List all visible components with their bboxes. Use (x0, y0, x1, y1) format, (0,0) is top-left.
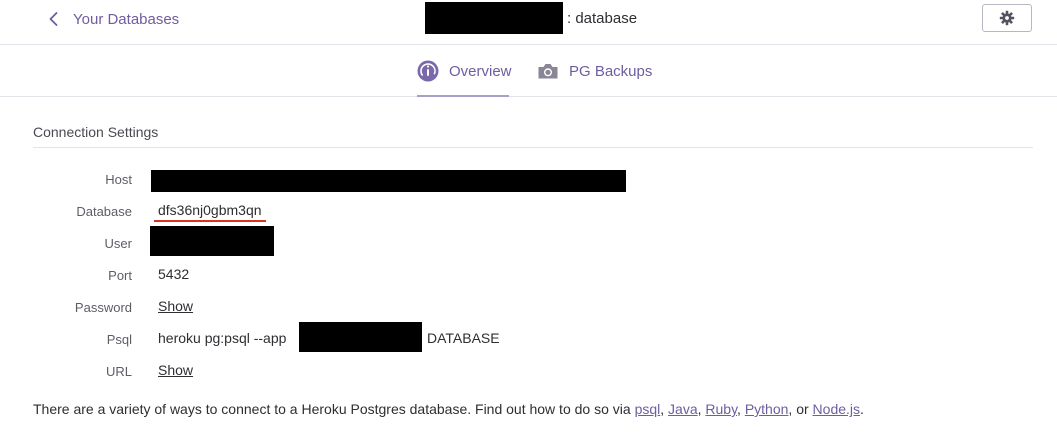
show-password-link[interactable]: Show (158, 298, 193, 314)
tab-pg-backups[interactable]: PG Backups (537, 57, 652, 85)
page-title: : database (425, 2, 637, 34)
database-value: dfs36nj0gbm3qn (154, 202, 266, 222)
user-label: User (104, 236, 132, 251)
host-label: Host (105, 172, 132, 187)
period: . (860, 401, 864, 417)
camera-icon (538, 64, 558, 79)
tab-pg-backups-label: PG Backups (569, 62, 653, 80)
redacted-user-value (150, 226, 274, 256)
top-bar: Your Databases : database (0, 0, 1057, 45)
section-divider (33, 147, 1033, 148)
psql-command-suffix: DATABASE (427, 330, 500, 346)
active-tab-indicator (417, 95, 509, 97)
redacted-psql-app-name (299, 322, 422, 352)
psql-command-prefix: heroku pg:psql --app (158, 330, 287, 346)
back-label: Your Databases (73, 10, 180, 28)
overview-gauge-icon (417, 60, 439, 82)
host-row: Host (0, 168, 1057, 192)
database-row: Database dfs36nj0gbm3qn (0, 200, 1057, 224)
page-title-suffix: : database (567, 9, 638, 27)
nodejs-docs-link[interactable]: Node.js (813, 401, 860, 417)
chevron-left-icon (49, 12, 58, 26)
separator: , (737, 401, 745, 417)
database-name-text: dfs36nj0gbm3qn (154, 202, 266, 222)
port-label: Port (108, 268, 132, 283)
tab-overview[interactable]: Overview (417, 57, 512, 85)
user-row: User (0, 226, 1057, 256)
psql-docs-link[interactable]: psql (635, 401, 661, 417)
back-to-databases-link[interactable]: Your Databases (45, 8, 179, 30)
database-label: Database (76, 204, 132, 219)
psql-label: Psql (106, 332, 132, 347)
redacted-host-value (151, 170, 626, 192)
psql-row: Psql heroku pg:psql --app DATABASE (0, 322, 1057, 352)
help-text: There are a variety of ways to connect t… (33, 401, 635, 417)
url-row: URL Show (0, 360, 1057, 384)
url-label: URL (105, 364, 132, 379)
tab-overview-label: Overview (449, 62, 512, 80)
settings-button[interactable] (982, 4, 1032, 32)
gear-icon (999, 10, 1015, 26)
connection-help-text: There are a variety of ways to connect t… (33, 401, 864, 417)
java-docs-link[interactable]: Java (668, 401, 698, 417)
python-docs-link[interactable]: Python (745, 401, 789, 417)
password-label: Password (74, 300, 132, 315)
port-value: 5432 (158, 266, 190, 282)
section-title: Connection Settings (33, 124, 159, 140)
ruby-docs-link[interactable]: Ruby (705, 401, 737, 417)
separator: , (660, 401, 669, 417)
redacted-app-name (425, 2, 563, 34)
separator: , or (788, 401, 813, 417)
show-url-link[interactable]: Show (158, 362, 193, 378)
tab-bar: Overview PG Backups (0, 45, 1057, 97)
port-row: Port 5432 (0, 264, 1057, 288)
password-row: Password Show (0, 296, 1057, 320)
